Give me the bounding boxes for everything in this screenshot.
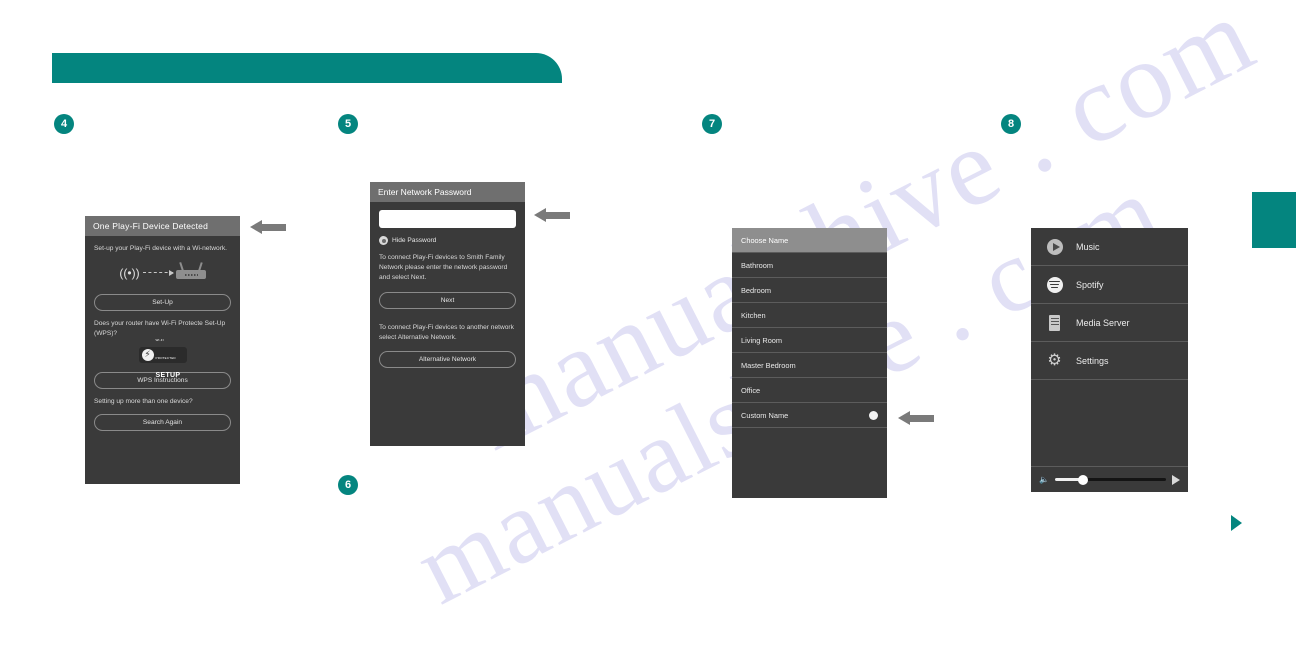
menu-item-media-server[interactable]: Media Server [1031, 304, 1188, 342]
custom-name-knob-icon[interactable] [869, 410, 878, 420]
wps-logo-top-text: WI-FI PROTECTED [155, 337, 176, 360]
choose-name-header-label: Choose Name [741, 235, 789, 245]
step-badge-6: 6 [338, 475, 358, 495]
list-item-label: Kitchen [741, 310, 766, 320]
choose-name-header: Choose Name [732, 228, 887, 253]
list-item[interactable]: Living Room [732, 328, 887, 353]
list-item-label: Bedroom [741, 285, 771, 295]
header-bar [52, 53, 562, 83]
menu-item-label: Spotify [1076, 279, 1104, 290]
set-up-button[interactable]: Set-Up [94, 294, 231, 312]
menu-item-label: Media Server [1076, 317, 1130, 328]
gear-icon: ⚙ [1047, 351, 1062, 369]
server-icon [1046, 314, 1063, 331]
wifi-signal-icon: ((•)) [119, 266, 140, 281]
menu-item-settings[interactable]: ⚙ Settings [1031, 342, 1188, 380]
alternative-network-button[interactable]: Alternative Network [379, 351, 516, 369]
hide-password-label: Hide Password [392, 237, 437, 244]
volume-slider[interactable] [1054, 474, 1166, 485]
spotify-icon [1046, 276, 1063, 293]
panel4-intro-text: Set-up your Play-Fi device with a Wi-net… [94, 245, 228, 252]
panel5-instruction-text: To connect Play-Fi devices to Smith Fami… [379, 254, 508, 282]
panel-device-detected: One Play-Fi Device Detected Set-up your … [85, 216, 240, 484]
panel4-more-devices-question: Setting up more than one device? [94, 397, 193, 405]
connection-dash-icon [142, 270, 174, 277]
list-item[interactable]: Kitchen [732, 303, 887, 328]
router-icon [175, 262, 206, 280]
panel4-title: One Play-Fi Device Detected [85, 216, 240, 236]
next-button[interactable]: Next [379, 291, 516, 309]
list-item[interactable]: Office [732, 378, 887, 403]
menu-item-spotify[interactable]: Spotify [1031, 266, 1188, 304]
list-item-label: Custom Name [741, 410, 789, 420]
step-badge-4: 4 [54, 114, 74, 134]
search-again-button[interactable]: Search Again [94, 413, 231, 431]
speaker-mute-icon[interactable]: 🔈 [1039, 475, 1049, 484]
hide-password-toggle[interactable]: Hide Password [379, 236, 516, 245]
volume-bar: 🔈 [1031, 466, 1188, 492]
list-item[interactable]: Bedroom [732, 278, 887, 303]
play-next-icon[interactable] [1172, 474, 1180, 485]
step-badge-7: 7 [702, 114, 722, 134]
panel-main-menu: Music Spotify Media Server ⚙ Settings 🔈 [1031, 228, 1188, 492]
arrow-to-panel-5 [534, 208, 570, 222]
step-badge-5: 5 [338, 114, 358, 134]
step-badge-8: 8 [1001, 114, 1021, 134]
menu-item-label: Music [1076, 241, 1100, 252]
menu-item-label: Settings [1076, 355, 1109, 366]
side-tab [1252, 192, 1296, 248]
panel5-alt-instruction-text: To connect Play-Fi devices to another ne… [379, 323, 514, 341]
wifi-router-diagram: ((•)) [94, 261, 231, 285]
menu-empty-area [1031, 380, 1188, 466]
panel-choose-name: Choose Name Bathroom Bedroom Kitchen Liv… [732, 228, 887, 498]
panel5-title: Enter Network Password [370, 182, 525, 202]
list-item[interactable]: Bathroom [732, 253, 887, 278]
arrow-to-panel-4 [250, 220, 286, 234]
arrow-to-panel-7 [898, 411, 934, 425]
volume-slider-handle[interactable] [1078, 474, 1089, 485]
menu-item-music[interactable]: Music [1031, 228, 1188, 266]
list-item-label: Bathroom [741, 260, 774, 270]
panel-enter-network-password: Enter Network Password Hide Password To … [370, 182, 525, 446]
radio-checked-icon [379, 236, 388, 245]
list-item-label: Master Bedroom [741, 360, 796, 370]
list-item-custom-name[interactable]: Custom Name [732, 403, 887, 428]
play-circle-icon [1046, 238, 1063, 255]
password-input[interactable] [379, 210, 516, 228]
list-item[interactable]: Master Bedroom [732, 353, 887, 378]
play-triangle-icon [1231, 515, 1242, 531]
wps-logo-icon: ⚡ WI-FI PROTECTED SETUP [138, 338, 187, 379]
list-item-label: Living Room [741, 335, 783, 345]
list-item-label: Office [741, 385, 761, 395]
